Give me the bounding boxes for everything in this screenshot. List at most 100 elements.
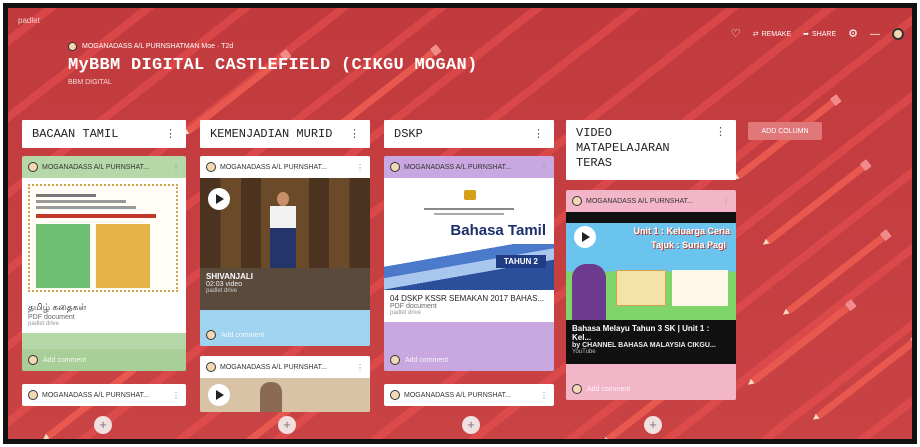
column-title: BACAAN TAMIL — [32, 127, 119, 141]
post-title: Bahasa Melayu Tahun 3 SK | Unit 1 : Kel.… — [572, 324, 710, 342]
post-source: padlet drive — [384, 310, 554, 322]
post-author: MOGANADASS A/L PURNSHAT... ⋮ — [200, 156, 370, 178]
column-header: KEMENJADIAN MURID ⋮ — [200, 120, 370, 148]
pdf-page — [28, 184, 178, 292]
avatar — [572, 384, 582, 394]
video-thumbnail[interactable] — [200, 178, 370, 268]
video-thumbnail[interactable]: Unit 1 : Keluarga Ceria Tajuk : Suria Pa… — [566, 212, 736, 320]
post-menu-icon[interactable]: ⋮ — [356, 363, 364, 372]
collapse-icon[interactable]: — — [870, 29, 880, 40]
pdf-thumbnail[interactable]: Bahasa Tamil TAHUN 2 — [384, 178, 554, 290]
play-icon[interactable] — [208, 384, 230, 406]
post-author: MOGANADASS A/L PURNSHAT... ⋮ — [566, 190, 736, 212]
add-comment-field[interactable]: Add comment — [200, 324, 370, 346]
column-bacaan-tamil: BACAAN TAMIL ⋮ — [22, 120, 186, 148]
board-header: padlet ⇄REMAKE ➦SHARE ⚙ — MOGANADASS A/L… — [8, 8, 912, 108]
post-menu-icon[interactable]: ⋮ — [172, 391, 180, 400]
post-menu-icon[interactable]: ⋮ — [540, 163, 548, 172]
avatar — [572, 196, 582, 206]
avatar — [206, 162, 216, 172]
board-author: MOGANADASS A/L PURNSHATMAN Moe · T2d — [68, 42, 233, 51]
post-title: SHIVANJALI — [206, 272, 253, 281]
app-name[interactable]: padlet — [18, 16, 40, 25]
add-post-button[interactable]: + — [462, 416, 480, 434]
post-menu-icon[interactable]: ⋮ — [540, 391, 548, 400]
column-kemenjadian-murid: KEMENJADIAN MURID ⋮ — [200, 120, 370, 148]
pdf-thumbnail[interactable] — [22, 178, 186, 298]
post-menu-icon[interactable]: ⋮ — [722, 197, 730, 206]
column-menu-icon[interactable]: ⋮ — [165, 127, 176, 141]
share-icon: ➦ — [803, 31, 809, 38]
post-title: தமிழ் கதைகள் — [22, 298, 186, 314]
comment-placeholder: Add comment — [405, 356, 449, 364]
post-author-name: MOGANADASS A/L PURNSHAT... — [586, 197, 693, 205]
play-icon[interactable] — [208, 188, 230, 210]
post-menu-icon[interactable]: ⋮ — [172, 163, 180, 172]
post-author: MOGANADASS A/L PURNSHAT... ⋮ — [384, 384, 554, 406]
add-post-button[interactable]: + — [94, 416, 112, 434]
crest-icon — [464, 190, 476, 200]
add-comment-field[interactable]: Add comment — [384, 349, 554, 371]
post-card[interactable]: MOGANADASS A/L PURNSHAT... ⋮ — [200, 356, 370, 412]
column-header: VIDEO MATAPELAJARAN TERAS ⋮ — [566, 120, 736, 180]
remake-label: REMAKE — [761, 30, 792, 38]
add-comment-field[interactable]: Add comment — [566, 378, 736, 400]
board-subtitle: BBM DIGITAL — [68, 79, 112, 86]
post-author-name: MOGANADASS A/L PURNSHAT... — [404, 163, 511, 171]
post-card[interactable]: MOGANADASS A/L PURNSHAT... ⋮ Unit 1 : Ke… — [566, 190, 736, 400]
padlet-board-frame: padlet ⇄REMAKE ➦SHARE ⚙ — MOGANADASS A/L… — [3, 3, 917, 444]
avatar — [28, 355, 38, 365]
video-overlay-text: Tajuk : Suria Pagi — [651, 240, 726, 250]
post-source: padlet drive — [206, 288, 238, 294]
avatar — [390, 355, 400, 365]
family-illustration — [616, 270, 666, 306]
add-column-button[interactable]: ADD COLUMN — [748, 122, 822, 140]
add-post-button[interactable]: + — [644, 416, 662, 434]
column-menu-icon[interactable]: ⋮ — [533, 127, 544, 141]
share-label: SHARE — [812, 30, 837, 38]
video-thumbnail[interactable] — [200, 378, 370, 412]
post-type: PDF document — [384, 303, 554, 310]
column-title: KEMENJADIAN MURID — [210, 127, 333, 141]
post-card[interactable]: MOGANADASS A/L PURNSHAT... ⋮ — [384, 384, 554, 406]
post-author-name: MOGANADASS A/L PURNSHAT... — [220, 363, 327, 371]
remake-button[interactable]: ⇄ REMAKE — [752, 30, 792, 39]
column-title: VIDEO MATAPELAJARAN TERAS — [576, 126, 670, 170]
share-button[interactable]: ➦ SHARE — [803, 30, 837, 39]
doc-badge: TAHUN 2 — [495, 255, 546, 268]
post-menu-icon[interactable]: ⋮ — [356, 163, 364, 172]
play-icon[interactable] — [574, 226, 596, 248]
top-actions: ⇄REMAKE ➦SHARE ⚙ — — [731, 28, 904, 40]
board-author-text: MOGANADASS A/L PURNSHATMAN Moe · T2d — [82, 43, 234, 50]
author-avatar — [68, 42, 77, 51]
post-type: PDF document — [22, 314, 186, 321]
story-illustration — [36, 224, 90, 288]
post-title: 04 DSKP KSSR SEMAKAN 2017 BAHAS... — [384, 290, 554, 303]
teacher-figure — [572, 264, 606, 320]
column-menu-icon[interactable]: ⋮ — [715, 126, 726, 141]
post-card[interactable]: MOGANADASS A/L PURNSHAT... ⋮ Bahasa Tami… — [384, 156, 554, 371]
post-author: MOGANADASS A/L PURNSHAT... ⋮ — [200, 356, 370, 378]
post-author: MOGANADASS A/L PURNSHAT... ⋮ — [22, 156, 186, 178]
avatar — [206, 362, 216, 372]
comment-placeholder: Add comment — [221, 331, 265, 339]
avatar — [28, 390, 38, 400]
add-comment-field[interactable]: Add comment — [22, 349, 186, 371]
post-card[interactable]: MOGANADASS A/L PURNSHAT... ⋮ SHIVANJALI … — [200, 156, 370, 346]
post-author: MOGANADASS A/L PURNSHAT... ⋮ — [384, 156, 554, 178]
add-post-button[interactable]: + — [278, 416, 296, 434]
user-avatar[interactable] — [892, 28, 904, 40]
video-caption: Bahasa Melayu Tahun 3 SK | Unit 1 : Kel.… — [566, 320, 736, 364]
avatar — [390, 162, 400, 172]
post-type: 02:03 video — [206, 281, 243, 288]
remake-icon: ⇄ — [752, 31, 759, 38]
settings-gear-icon[interactable]: ⚙ — [848, 29, 858, 40]
post-card[interactable]: MOGANADASS A/L PURNSHAT... ⋮ தமிழ் கதைகள… — [22, 156, 186, 371]
like-button[interactable] — [731, 29, 741, 39]
avatar — [206, 330, 216, 340]
post-author-name: MOGANADASS A/L PURNSHAT... — [220, 163, 327, 171]
column-dskp: DSKP ⋮ — [384, 120, 554, 148]
post-source: padlet drive — [22, 321, 186, 333]
post-card[interactable]: MOGANADASS A/L PURNSHAT... ⋮ — [22, 384, 186, 406]
column-menu-icon[interactable]: ⋮ — [349, 127, 360, 141]
